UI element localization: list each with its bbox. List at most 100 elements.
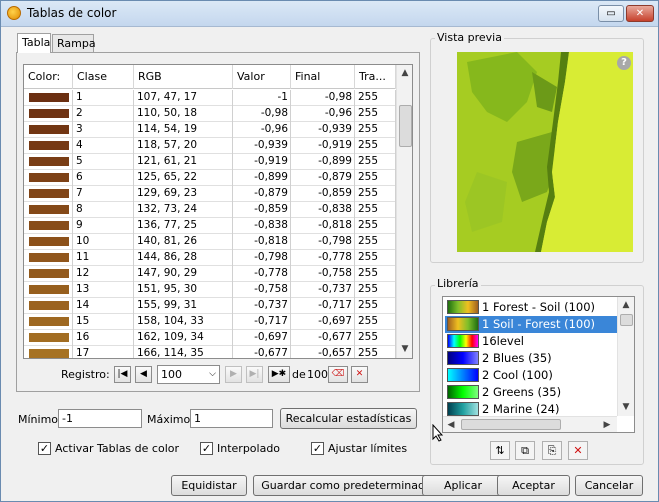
col-final[interactable]: Final <box>291 65 355 89</box>
clase-cell[interactable]: 17 <box>73 346 134 358</box>
clase-cell[interactable]: 3 <box>73 122 134 138</box>
rgb-cell[interactable]: 107, 47, 17 <box>134 90 233 106</box>
library-item[interactable]: 1 Forest - Soil (100) <box>445 299 617 316</box>
table-row[interactable]: 4 118, 57, 20 -0,939 -0,919 255 <box>24 138 396 154</box>
color-cell[interactable] <box>24 138 73 154</box>
clase-cell[interactable]: 12 <box>73 266 134 282</box>
valor-cell[interactable]: -0,798 <box>233 250 291 266</box>
color-cell[interactable] <box>24 330 73 346</box>
color-cell[interactable] <box>24 266 73 282</box>
valor-cell[interactable]: -0,697 <box>233 330 291 346</box>
rgb-cell[interactable]: 118, 57, 20 <box>134 138 233 154</box>
rgb-cell[interactable]: 121, 61, 21 <box>134 154 233 170</box>
rgb-cell[interactable]: 132, 73, 24 <box>134 202 233 218</box>
valor-cell[interactable]: -0,818 <box>233 234 291 250</box>
final-cell[interactable]: -0,798 <box>291 234 355 250</box>
record-select[interactable]: 100 ⌵ <box>157 365 220 384</box>
table-row[interactable]: 12 147, 90, 29 -0,778 -0,758 255 <box>24 266 396 282</box>
rgb-cell[interactable]: 162, 109, 34 <box>134 330 233 346</box>
valor-cell[interactable]: -0,737 <box>233 298 291 314</box>
delete-icon[interactable]: ✕ <box>351 366 368 383</box>
valor-cell[interactable]: -0,838 <box>233 218 291 234</box>
library-list[interactable]: 1 Forest - Soil (100) 1 Soil - Forest (10… <box>442 296 635 433</box>
scroll-left-icon[interactable]: ◀ <box>443 417 459 432</box>
table-row[interactable]: 11 144, 86, 28 -0,798 -0,778 255 <box>24 250 396 266</box>
col-valor[interactable]: Valor <box>233 65 291 89</box>
color-cell[interactable] <box>24 90 73 106</box>
clase-cell[interactable]: 11 <box>73 250 134 266</box>
color-cell[interactable] <box>24 298 73 314</box>
clase-cell[interactable]: 6 <box>73 170 134 186</box>
tra-cell[interactable]: 255 <box>355 106 396 122</box>
table-row[interactable]: 5 121, 61, 21 -0,919 -0,899 255 <box>24 154 396 170</box>
library-item[interactable]: 2 Cool (100) <box>445 367 617 384</box>
table-row[interactable]: 7 129, 69, 23 -0,879 -0,859 255 <box>24 186 396 202</box>
valor-cell[interactable]: -0,778 <box>233 266 291 282</box>
recalc-button[interactable]: Recalcular estadísticas <box>280 408 417 429</box>
valor-cell[interactable]: -0,96 <box>233 122 291 138</box>
library-item[interactable]: 2 Blues (35) <box>445 350 617 367</box>
tra-cell[interactable]: 255 <box>355 122 396 138</box>
clase-cell[interactable]: 8 <box>73 202 134 218</box>
delete-library-icon[interactable]: ✕ <box>568 441 588 460</box>
first-record-icon[interactable]: |◀ <box>114 366 131 383</box>
color-cell[interactable] <box>24 282 73 298</box>
rgb-cell[interactable]: 136, 77, 25 <box>134 218 233 234</box>
save-default-button[interactable]: Guardar como predeterminado <box>253 475 440 496</box>
scroll-thumb[interactable] <box>620 314 633 326</box>
valor-cell[interactable]: -1 <box>233 90 291 106</box>
help-icon[interactable]: ? <box>617 56 631 70</box>
export-library-icon[interactable]: ⧉ <box>515 441 535 460</box>
col-rgb[interactable]: RGB <box>134 65 233 89</box>
tra-cell[interactable]: 255 <box>355 250 396 266</box>
tra-cell[interactable]: 255 <box>355 138 396 154</box>
color-cell[interactable] <box>24 218 73 234</box>
final-cell[interactable]: -0,778 <box>291 250 355 266</box>
table-row[interactable]: 13 151, 95, 30 -0,758 -0,737 255 <box>24 282 396 298</box>
final-cell[interactable]: -0,96 <box>291 106 355 122</box>
final-cell[interactable]: -0,818 <box>291 218 355 234</box>
clase-cell[interactable]: 7 <box>73 186 134 202</box>
tab-tabla[interactable]: Tabla <box>17 33 51 53</box>
tra-cell[interactable]: 255 <box>355 202 396 218</box>
valor-cell[interactable]: -0,899 <box>233 170 291 186</box>
color-cell[interactable] <box>24 106 73 122</box>
final-cell[interactable]: -0,939 <box>291 122 355 138</box>
scroll-right-icon[interactable]: ▶ <box>599 417 615 432</box>
restore-button[interactable]: ▭ <box>598 5 624 22</box>
new-record-icon[interactable]: ▶✱ <box>268 366 290 383</box>
rgb-cell[interactable]: 140, 81, 26 <box>134 234 233 250</box>
table-scrollbar[interactable]: ▲ ▼ <box>396 65 412 358</box>
rgb-cell[interactable]: 129, 69, 23 <box>134 186 233 202</box>
final-cell[interactable]: -0,697 <box>291 314 355 330</box>
copy-library-icon[interactable]: ⎘ <box>542 441 562 460</box>
tra-cell[interactable]: 255 <box>355 298 396 314</box>
hscroll-thumb[interactable] <box>461 419 561 430</box>
valor-cell[interactable]: -0,758 <box>233 282 291 298</box>
library-hscrollbar[interactable]: ◀ ▶ <box>443 416 617 432</box>
scroll-up-icon[interactable]: ▲ <box>618 297 634 314</box>
final-cell[interactable]: -0,838 <box>291 202 355 218</box>
equidistar-button[interactable]: Equidistar <box>171 475 247 496</box>
tra-cell[interactable]: 255 <box>355 90 396 106</box>
clase-cell[interactable]: 14 <box>73 298 134 314</box>
tab-rampa[interactable]: Rampa <box>52 34 96 53</box>
close-button[interactable]: ✕ <box>626 5 654 22</box>
rgb-cell[interactable]: 114, 54, 19 <box>134 122 233 138</box>
final-cell[interactable]: -0,919 <box>291 138 355 154</box>
final-cell[interactable]: -0,657 <box>291 346 355 358</box>
clase-cell[interactable]: 2 <box>73 106 134 122</box>
valor-cell[interactable]: -0,939 <box>233 138 291 154</box>
col-color[interactable]: Color: <box>24 65 73 89</box>
valor-cell[interactable]: -0,859 <box>233 202 291 218</box>
color-cell[interactable] <box>24 186 73 202</box>
library-item[interactable]: 16level <box>445 333 617 350</box>
final-cell[interactable]: -0,758 <box>291 266 355 282</box>
clase-cell[interactable]: 5 <box>73 154 134 170</box>
clase-cell[interactable]: 13 <box>73 282 134 298</box>
prev-record-icon[interactable]: ◀ <box>135 366 152 383</box>
final-cell[interactable]: -0,717 <box>291 298 355 314</box>
table-row[interactable]: 14 155, 99, 31 -0,737 -0,717 255 <box>24 298 396 314</box>
color-cell[interactable] <box>24 122 73 138</box>
valor-cell[interactable]: -0,919 <box>233 154 291 170</box>
